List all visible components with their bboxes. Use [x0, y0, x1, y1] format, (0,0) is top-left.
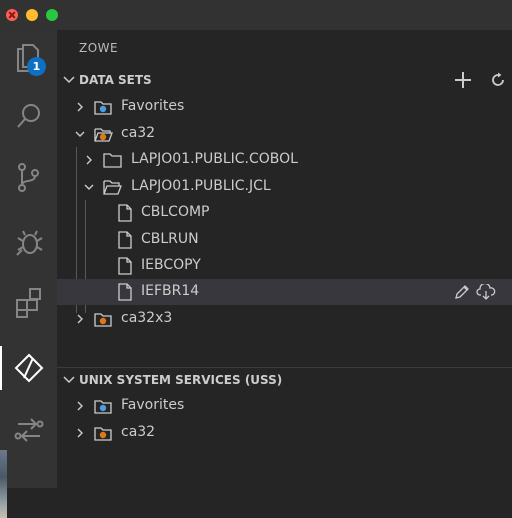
uss-title: UNIX SYSTEM SERVICES (USS) [79, 373, 283, 387]
tree-item-label: LAPJO01.PUBLIC.JCL [131, 178, 271, 194]
activity-bar: 1 [0, 30, 57, 518]
tree-item-label: ca32 [121, 125, 156, 141]
tree-item-dataset-jcl[interactable]: LAPJO01.PUBLIC.JCL [57, 174, 512, 200]
tree-item-label: IEBCOPY [141, 257, 201, 273]
data-sets-title: DATA SETS [79, 73, 152, 87]
folder-open-icon [103, 180, 122, 195]
file-icon [118, 283, 132, 301]
activity-zowe[interactable] [0, 342, 57, 394]
extensions-icon [15, 288, 41, 318]
uss-section-header[interactable]: UNIX SYSTEM SERVICES (USS) [57, 367, 512, 392]
file-icon [118, 257, 132, 275]
desktop-background-strip [0, 450, 7, 518]
profile-folder-icon [94, 313, 112, 327]
profile-folder-open-icon [94, 128, 113, 142]
file-icon [118, 231, 132, 249]
activity-debug[interactable] [0, 216, 57, 268]
favorites-folder-icon [94, 101, 112, 115]
minimize-window-button[interactable] [26, 9, 38, 21]
explorer-badge: 1 [27, 57, 46, 76]
tree-item-label: IEFBR14 [141, 283, 200, 299]
tree-item-label: CBLCOMP [141, 204, 210, 220]
title-bar [0, 0, 512, 30]
side-bar: ZOWE DATA SETS Favorites ca32 LAPJO01.PU… [57, 30, 512, 488]
tree-item-label: CBLRUN [141, 231, 199, 247]
file-icon [118, 204, 132, 222]
tree-item-label: Favorites [121, 98, 185, 114]
tree-item-member[interactable]: CBLRUN [57, 227, 512, 253]
tree-item-favorites[interactable]: Favorites [57, 94, 512, 120]
source-control-icon [17, 163, 39, 192]
activity-source-control[interactable] [0, 151, 57, 203]
edit-icon [455, 285, 469, 299]
folder-icon [103, 153, 122, 168]
chevron-right-icon [77, 428, 83, 438]
chevron-right-icon [77, 102, 83, 112]
edit-member-button[interactable] [451, 282, 473, 302]
uss-tree-item-profile-ca32[interactable]: ca32 [57, 420, 512, 446]
download-icon [476, 284, 496, 300]
tree-item-profile-ca32[interactable]: ca32 [57, 121, 512, 147]
tree-item-label: Favorites [121, 397, 185, 413]
favorites-folder-icon [94, 400, 112, 414]
uss-tree-item-favorites[interactable]: Favorites [57, 393, 512, 419]
activity-explorer[interactable]: 1 [0, 30, 57, 82]
tree-item-label: ca32x3 [121, 310, 173, 326]
maximize-window-button[interactable] [46, 9, 58, 21]
download-member-button[interactable] [475, 282, 497, 302]
profile-folder-icon [94, 427, 112, 441]
chevron-down-icon [84, 184, 94, 190]
sidebar-title: ZOWE [79, 41, 119, 55]
chevron-down-icon [75, 131, 85, 137]
activity-pull-requests[interactable] [0, 404, 57, 456]
chevron-right-icon [77, 314, 83, 324]
tree-item-dataset-cobol[interactable]: LAPJO01.PUBLIC.COBOL [57, 147, 512, 173]
refresh-button[interactable] [487, 70, 509, 90]
pull-requests-icon [14, 418, 43, 442]
add-profile-button[interactable] [452, 70, 474, 90]
data-sets-section-header[interactable]: DATA SETS [57, 68, 512, 92]
tree-item-label: ca32 [121, 424, 156, 440]
chevron-right-icon [86, 155, 92, 165]
search-icon [16, 104, 40, 128]
refresh-icon [492, 72, 504, 86]
chevron-right-icon [77, 401, 83, 411]
chevron-down-icon [63, 376, 75, 384]
zowe-icon [14, 353, 43, 383]
activity-search[interactable] [0, 90, 57, 142]
chevron-down-icon [63, 76, 75, 84]
activity-extensions[interactable] [0, 277, 57, 329]
add-icon [455, 72, 471, 88]
tree-item-profile-ca32x3[interactable]: ca32x3 [57, 306, 512, 332]
debug-icon [15, 230, 43, 256]
tree-item-member[interactable]: IEBCOPY [57, 253, 512, 279]
close-window-button[interactable] [6, 9, 18, 21]
tree-item-member[interactable]: CBLCOMP [57, 200, 512, 226]
tree-item-label: LAPJO01.PUBLIC.COBOL [131, 151, 298, 167]
tree-item-member-selected[interactable]: IEFBR14 [57, 279, 512, 305]
